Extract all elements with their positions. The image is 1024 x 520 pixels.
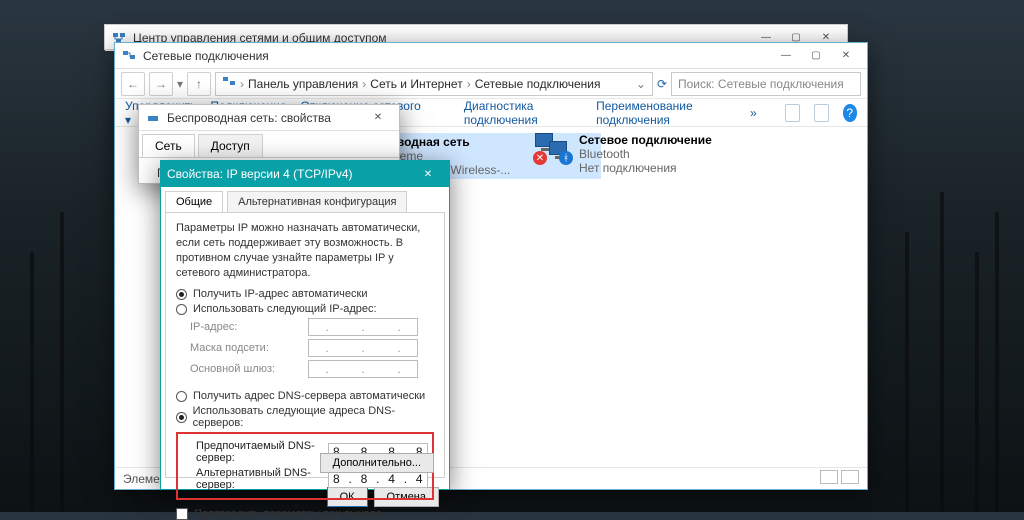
tab-alternate-config[interactable]: Альтернативная конфигурация [227, 191, 407, 212]
subnet-mask-label: Маска подсети: [190, 342, 302, 354]
radio-icon [176, 289, 187, 300]
help-button[interactable]: ? [843, 104, 858, 122]
alternate-dns-field[interactable]: 8. 8. 4. 4 [328, 470, 428, 488]
rename-button[interactable]: Переименование подключения [596, 99, 736, 127]
gateway-field: ... [308, 360, 418, 378]
radio-label: Использовать следующие адреса DNS-сервер… [193, 405, 434, 429]
breadcrumb-segment[interactable]: Панель управления [248, 77, 358, 91]
subnet-mask-field: ... [308, 339, 418, 357]
close-button[interactable]: ✕ [363, 107, 393, 129]
radio-icon [176, 391, 187, 402]
ipv4-hint-text: Параметры IP можно назначать автоматичес… [176, 221, 434, 280]
preview-pane-button[interactable] [814, 104, 829, 122]
network-connections-icon [222, 75, 236, 92]
minimize-button[interactable]: — [771, 45, 801, 67]
refresh-button[interactable]: ⟳ [657, 77, 667, 91]
radio-dns-manual[interactable]: Использовать следующие адреса DNS-сервер… [176, 405, 434, 429]
breadcrumb-segment[interactable]: Сеть и Интернет [370, 77, 462, 91]
dialog-title: Беспроводная сеть: свойства [167, 111, 331, 125]
breadcrumb-segment[interactable]: Сетевые подключения [475, 77, 601, 91]
window-title: Сетевые подключения [143, 49, 269, 63]
advanced-button[interactable]: Дополнительно... [320, 453, 434, 473]
tab-network[interactable]: Сеть [142, 134, 195, 157]
adapter-icon [145, 110, 161, 126]
connection-status: Bluetooth [579, 147, 712, 161]
radio-ip-auto[interactable]: Получить IP-адрес автоматически [176, 288, 434, 300]
overflow-button[interactable]: » [750, 106, 757, 120]
connection-item-bluetooth[interactable]: ✕ ᚼ Сетевое подключение Bluetooth Нет по… [535, 133, 712, 175]
alternate-dns-label: Альтернативный DNS-сервер: [196, 467, 322, 491]
breadcrumb[interactable]: › Панель управления › Сеть и Интернет › … [215, 72, 653, 96]
checkbox-icon [176, 508, 188, 520]
radio-label: Получить адрес DNS-сервера автоматически [193, 390, 425, 402]
search-input[interactable]: Поиск: Сетевые подключения [671, 72, 861, 96]
close-button[interactable]: ✕ [831, 45, 861, 67]
radio-dns-auto[interactable]: Получить адрес DNS-сервера автоматически [176, 390, 434, 402]
ip-address-label: IP-адрес: [190, 321, 302, 333]
bluetooth-icon: ᚼ [559, 151, 573, 165]
preferred-dns-label: Предпочитаемый DNS-сервер: [196, 440, 322, 464]
nav-forward-button[interactable]: → [149, 72, 173, 96]
checkbox-label: Подтвердить параметры при выходе [194, 508, 382, 520]
network-connections-icon [121, 48, 137, 64]
ipv4-properties-dialog: Свойства: IP версии 4 (TCP/IPv4) ✕ Общие… [160, 160, 450, 490]
nav-up-button[interactable]: ↑ [187, 72, 211, 96]
nav-back-button[interactable]: ← [121, 72, 145, 96]
view-options-button[interactable] [785, 104, 800, 122]
search-placeholder: Поиск: Сетевые подключения [678, 77, 844, 91]
disconnected-x-icon: ✕ [533, 151, 547, 165]
radio-icon [176, 412, 187, 423]
view-mode-buttons[interactable] [817, 470, 859, 487]
radio-label: Использовать следующий IP-адрес: [193, 303, 377, 315]
breadcrumb-dropdown-icon[interactable]: ⌄ [636, 77, 646, 91]
tab-general[interactable]: Общие [165, 191, 223, 212]
radio-icon [176, 304, 187, 315]
diagnose-button[interactable]: Диагностика подключения [464, 99, 582, 127]
validate-on-exit-checkbox[interactable]: Подтвердить параметры при выходе [176, 508, 434, 520]
tab-access[interactable]: Доступ [198, 134, 263, 157]
ip-address-field: ... [308, 318, 418, 336]
connection-icon: ✕ ᚼ [535, 133, 571, 163]
address-bar: ← → ▾ ↑ › Панель управления › Сеть и Инт… [115, 69, 867, 99]
nav-recent-button[interactable]: ▾ [177, 77, 183, 91]
maximize-button[interactable]: ▢ [801, 45, 831, 67]
gateway-label: Основной шлюз: [190, 363, 302, 375]
radio-ip-manual[interactable]: Использовать следующий IP-адрес: [176, 303, 434, 315]
connection-adapter: Нет подключения [579, 161, 712, 175]
dialog-title: Свойства: IP версии 4 (TCP/IPv4) [167, 167, 353, 181]
close-button[interactable]: ✕ [413, 163, 443, 185]
ipv4-panel: Параметры IP можно назначать автоматичес… [165, 212, 445, 478]
connection-name: Сетевое подключение [579, 133, 712, 147]
radio-label: Получить IP-адрес автоматически [193, 288, 367, 300]
